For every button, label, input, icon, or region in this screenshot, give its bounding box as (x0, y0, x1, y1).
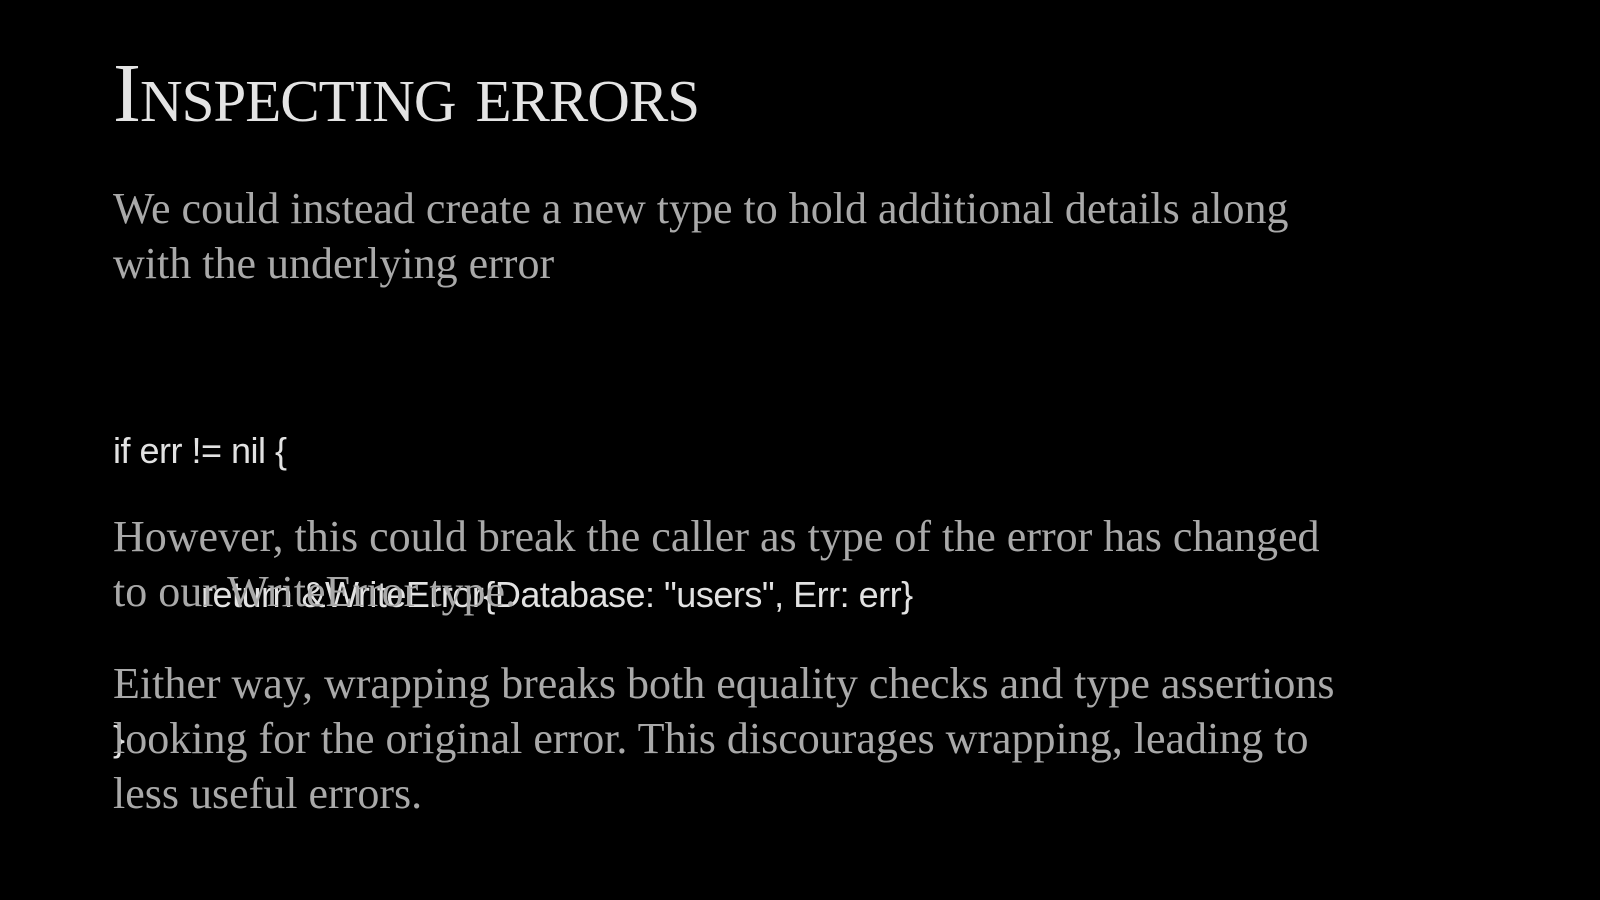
paragraph-line: However, this could break the caller as … (113, 512, 1320, 561)
slide: Inspecting errors We could instead creat… (0, 0, 1600, 900)
conclusion-paragraph: Either way, wrapping breaks both equalit… (113, 656, 1513, 821)
caveat-paragraph: However, this could break the caller as … (113, 509, 1513, 619)
intro-paragraph: We could instead create a new type to ho… (113, 181, 1513, 291)
paragraph-line: We could instead create a new type to ho… (113, 184, 1289, 233)
paragraph-line: to our WriteError type. (113, 567, 517, 616)
code-line: if err != nil { (113, 430, 287, 471)
paragraph-line: with the underlying error (113, 239, 555, 288)
paragraph-line: Either way, wrapping breaks both equalit… (113, 659, 1335, 708)
paragraph-line: looking for the original error. This dis… (113, 714, 1309, 763)
paragraph-line: less useful errors. (113, 769, 423, 818)
slide-title: Inspecting errors (113, 47, 700, 140)
